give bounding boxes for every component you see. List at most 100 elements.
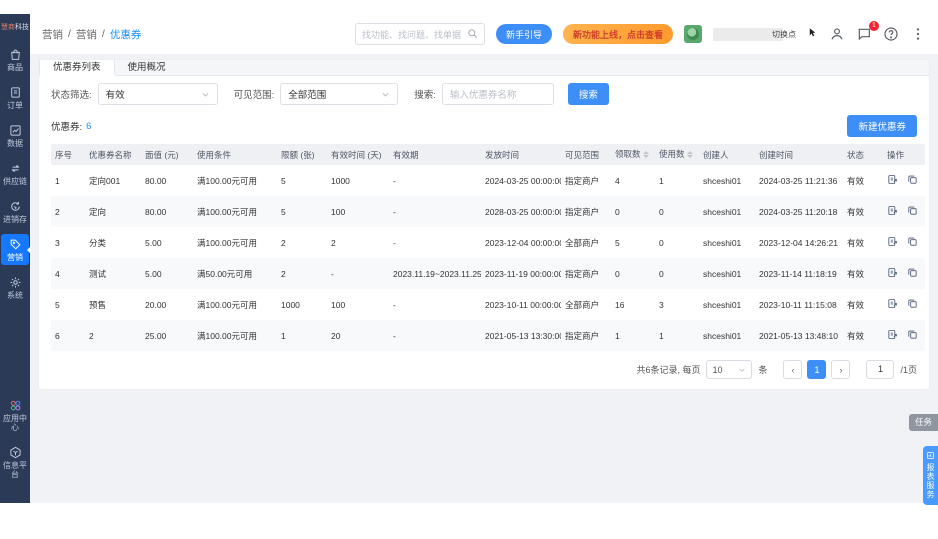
column-header-actions: 操作 <box>883 144 925 166</box>
copy-icon[interactable] <box>907 174 918 185</box>
cell-value: 5.00 <box>145 237 162 248</box>
app-window: 慧商科技 商品 订单 数据 供应链 进销存 营销 系统 应用中心 信息平台 营销 / 营销 /… <box>0 14 938 505</box>
cell-valid_range: - <box>393 175 396 186</box>
cell-scope: 指定商户 <box>565 175 600 186</box>
cell-condition: 满100.00元可用 <box>193 196 277 228</box>
page-1-button[interactable]: 1 <box>807 360 827 380</box>
avatar[interactable] <box>684 25 702 43</box>
report-service-button[interactable]: 报表服务 <box>923 446 938 505</box>
sidebar-item-supply[interactable]: 供应链 <box>1 158 29 189</box>
cell-valid_range: - <box>389 320 481 352</box>
cube-icon <box>9 446 22 459</box>
cell-valid_days: 100 <box>327 196 389 228</box>
detail-icon[interactable] <box>887 174 898 185</box>
coupon-card: 优惠券列表 使用概况 状态筛选: 有效 可见范围: 全部范围 搜索: 输入优惠券… <box>39 60 929 390</box>
cell-creator: shceshi01 <box>699 320 755 352</box>
detail-icon[interactable] <box>887 205 898 216</box>
cell-scope: 指定商户 <box>561 258 611 290</box>
scope-filter-select[interactable]: 全部范围 <box>280 83 399 105</box>
table-row: 1 定向001 80.00 满100.00元可用 5 1000 - 2024-03-25 00… <box>51 165 925 196</box>
column-header-received[interactable]: 领取数 <box>611 144 655 166</box>
sidebar-item-info-platform[interactable]: 信息平台 <box>1 442 29 482</box>
sidebar-item-label: 营销 <box>7 253 23 262</box>
copy-icon[interactable] <box>907 236 918 247</box>
next-page-button[interactable]: › <box>831 360 851 380</box>
sidebar-item-data[interactable]: 数据 <box>1 120 29 151</box>
cell-used: 3 <box>659 299 664 310</box>
search-filter-label: 搜索: <box>414 90 436 101</box>
cell-name: 定向 <box>85 196 141 228</box>
new-feature-button[interactable]: 新功能上线，点击查看 <box>562 24 673 44</box>
cell-actions <box>883 196 925 228</box>
sort-icon[interactable] <box>642 148 649 161</box>
cell-received: 1 <box>611 320 655 352</box>
contact-icon[interactable] <box>829 26 845 42</box>
sidebar-item-system[interactable]: 系统 <box>1 272 29 303</box>
status-filter-select[interactable]: 有效 <box>97 83 218 105</box>
search-button[interactable]: 搜索 <box>567 83 609 105</box>
detail-icon[interactable] <box>887 267 898 278</box>
report-service-label: 报表服务 <box>926 463 935 499</box>
breadcrumb-marketing[interactable]: 营销 <box>42 27 63 42</box>
global-search-input[interactable]: 找功能、找问题、找单据 <box>354 23 485 45</box>
sort-icon[interactable] <box>686 148 693 161</box>
cell-received: 0 <box>611 196 655 228</box>
sidebar-item-app-center[interactable]: 应用中心 <box>1 395 29 435</box>
tab-coupon-list[interactable]: 优惠券列表 <box>39 60 115 76</box>
page-size-select[interactable]: 10 <box>706 360 753 380</box>
sidebar-item-inventory[interactable]: 进销存 <box>1 196 29 227</box>
column-header-create_time: 创建时间 <box>755 144 843 166</box>
copy-icon[interactable] <box>907 329 918 340</box>
cell-creator: shceshi01 <box>703 175 742 186</box>
table-row: 5 预售 20.00 满100.00元可用 1000 100 - 2023-10-11 00:… <box>51 289 925 320</box>
cell-valid_range: - <box>393 299 396 310</box>
cell-creator: shceshi01 <box>703 237 742 248</box>
column-header-condition: 使用条件 <box>193 144 277 166</box>
cell-valid_range: - <box>393 237 396 248</box>
prev-page-button[interactable]: ‹ <box>783 360 803 380</box>
copy-icon[interactable] <box>907 298 918 309</box>
cell-index: 6 <box>51 320 85 352</box>
detail-icon[interactable] <box>887 236 898 247</box>
help-icon[interactable] <box>883 26 899 42</box>
sidebar-bottom: 应用中心 信息平台 <box>0 395 30 489</box>
column-header-limit: 限额 (张) <box>277 144 327 166</box>
sidebar-item-label: 信息平台 <box>3 461 27 479</box>
cell-name: 预售 <box>89 299 107 310</box>
copy-icon[interactable] <box>907 267 918 278</box>
column-header-issue_time: 发放时间 <box>481 144 561 166</box>
cell-name: 2 <box>85 320 141 352</box>
table-body: 1 定向001 80.00 满100.00元可用 5 1000-2024-03-25 00… <box>51 165 925 352</box>
coupon-table-wrap: 序号 优惠券名称 面值 (元) 使用条件 限额 (张) 有效时间 (天) 有效期 发放时间 可见… <box>39 144 929 352</box>
column-header-used[interactable]: 使用数 <box>655 144 699 166</box>
create-coupon-button[interactable]: 新建优惠券 <box>847 115 917 137</box>
task-floating-tag[interactable]: 任务 <box>908 414 938 431</box>
apps-icon <box>9 399 22 412</box>
breadcrumb-marketing-2[interactable]: 营销 <box>76 27 97 42</box>
detail-icon[interactable] <box>887 329 898 340</box>
scope-filter-label: 可见范围: <box>233 90 275 101</box>
sidebar-item-products[interactable]: 商品 <box>1 44 29 75</box>
cell-value: 80.00 <box>141 196 193 228</box>
cell-creator: shceshi01 <box>703 299 742 310</box>
more-menu-icon[interactable] <box>910 26 926 42</box>
cell-used: 1 <box>655 320 699 352</box>
page-jump-input[interactable]: 1 <box>866 360 895 380</box>
coupon-name-input[interactable]: 输入优惠券名称 <box>441 83 554 105</box>
cell-value: 80.00 <box>145 175 167 186</box>
newbie-guide-button[interactable]: 新手引导 <box>495 24 552 44</box>
cell-issue_time: 2023-11-19 00:00:00 <box>481 258 561 290</box>
cell-limit: 5 <box>281 175 286 186</box>
coupon-count-label: 优惠券: <box>51 122 83 133</box>
cell-condition: 满100.00元可用 <box>193 320 277 352</box>
copy-icon[interactable] <box>907 205 918 216</box>
cursor-pointer-icon <box>807 25 818 43</box>
message-icon[interactable]: 1 <box>856 21 879 42</box>
sidebar-item-orders[interactable]: 订单 <box>1 82 29 113</box>
sidebar-item-label: 供应链 <box>3 177 27 186</box>
detail-icon[interactable] <box>887 298 898 309</box>
sidebar-item-marketing[interactable]: 营销 <box>1 234 31 265</box>
cell-status: 有效 <box>847 237 865 248</box>
cell-value: 5.00 <box>141 258 193 290</box>
tab-usage-overview[interactable]: 使用概况 <box>115 60 179 75</box>
